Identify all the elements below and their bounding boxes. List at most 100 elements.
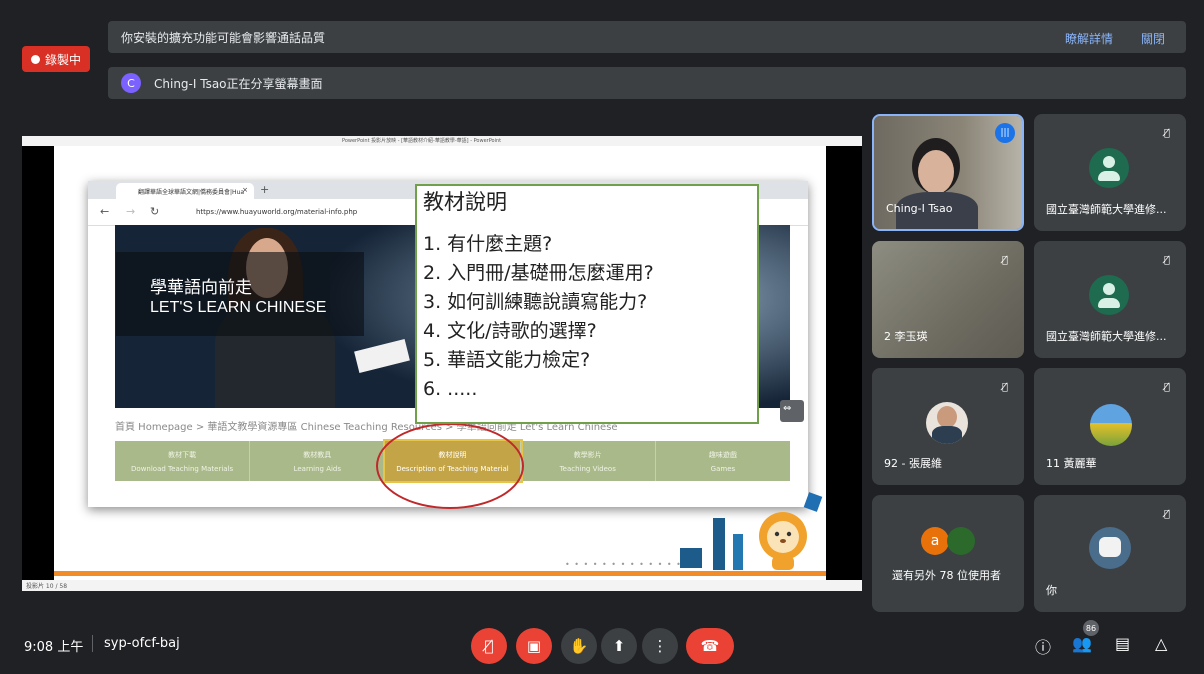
presenter-avatar: C — [121, 73, 141, 93]
mic-off-icon: 🎙̸ — [1001, 254, 1008, 266]
participant-tile[interactable]: 🎙̸ 國立臺灣師範大學進修... — [1034, 241, 1186, 358]
participant-name: 11 黃麗華 — [1046, 457, 1097, 470]
recording-label: 錄製中 — [44, 52, 81, 67]
skyline-house — [680, 548, 702, 568]
avatar — [1090, 404, 1132, 446]
browser-url: https://www.huayuworld.org/material-info… — [196, 208, 358, 216]
participant-name: Ching-I Tsao — [886, 202, 953, 215]
list-item: 5. 華語文能力檢定? — [423, 349, 591, 371]
menu-item-games: 趣味遊戲 Games — [656, 441, 790, 481]
raise-hand-button[interactable]: ✋ — [561, 628, 597, 664]
back-icon: ← — [100, 205, 110, 218]
menu-item-zh: 教材教具 — [303, 451, 332, 459]
meeting-code: syp-ofcf-baj — [104, 636, 180, 651]
person-face — [918, 150, 954, 194]
highlight-ellipse — [376, 423, 524, 509]
avatar — [1089, 275, 1129, 315]
self-tile[interactable]: 🎙̸ 你 — [1034, 495, 1186, 612]
participant-tile[interactable]: 🎙̸ 2 李玉瑛 — [872, 241, 1024, 358]
present-button[interactable]: ⬆ — [601, 628, 637, 664]
divider — [92, 635, 93, 652]
activities-icon[interactable]: △ — [1155, 634, 1167, 653]
ppt-window-title: PowerPoint 投影片放映 - [華語教材介紹-華語教學-華語] - Po… — [342, 138, 502, 144]
chat-icon[interactable]: ▤ — [1115, 634, 1130, 653]
more-options-button[interactable]: ⋮ — [642, 628, 678, 664]
mic-off-icon: 🎙̸ — [1163, 381, 1170, 393]
menu-item-en: Learning Aids — [293, 465, 342, 473]
ppt-status-bar: 投影片 10 / 58 — [22, 580, 862, 591]
recording-badge[interactable]: 錄製中 — [22, 46, 90, 72]
reload-icon: ↻ — [150, 205, 160, 218]
warning-message: 你安裝的擴充功能可能會影響通話品質 — [121, 30, 326, 45]
more-participants-label: 還有另外 78 位使用者 — [892, 569, 1001, 582]
info-icon[interactable]: ⓘ — [1035, 634, 1051, 658]
menu-item-en: Games — [710, 465, 736, 473]
menu-item-aids: 教材教具 Learning Aids — [250, 441, 386, 481]
people-count-badge: 86 — [1083, 620, 1099, 636]
participant-name: 你 — [1046, 584, 1057, 597]
participant-tile[interactable]: 🎙̸ 國立臺灣師範大學進修... — [1034, 114, 1186, 231]
overlay-title: 教材說明 — [423, 190, 507, 214]
hero-title-zh: 學華語向前走 — [150, 278, 252, 298]
recording-dot-icon — [30, 54, 40, 64]
dotted-decoration: • • • • • • • • • • • • • — [565, 560, 682, 569]
avatar: a — [921, 527, 949, 555]
mic-off-icon: 🎙̸ — [484, 637, 494, 655]
avatar — [1089, 148, 1129, 188]
browser-tab-title: 翻譯華語全球華語文網|僑務委員會|Hua — [138, 189, 245, 196]
mic-off-icon: 🎙̸ — [1163, 127, 1170, 139]
present-icon: ⬆ — [612, 637, 626, 655]
new-tab-icon: + — [260, 183, 270, 196]
avatar — [947, 527, 975, 555]
mic-off-icon: 🎙̸ — [1163, 508, 1170, 520]
list-item: 1. 有什麼主題? — [423, 233, 553, 255]
end-call-button[interactable]: ☎ — [686, 628, 734, 664]
extension-warning-banner: 你安裝的擴充功能可能會影響通話品質 瞭解詳情 關閉 — [108, 21, 1186, 53]
list-item: 6. ..... — [423, 378, 478, 400]
lion-mascot-icon — [759, 512, 807, 570]
screen-share-banner: C Ching-I Tsao正在分享螢幕畫面 — [108, 67, 1186, 99]
slide-counter: 投影片 10 / 58 — [26, 583, 68, 590]
avatar — [926, 402, 968, 444]
skyline-building — [733, 534, 743, 570]
participant-name: 國立臺灣師範大學進修... — [1046, 330, 1167, 343]
menu-item-en: Teaching Videos — [559, 465, 616, 473]
close-banner-link[interactable]: 關閉 — [1141, 30, 1165, 47]
participant-tile[interactable]: 🎙̸ 92 - 張展維 — [872, 368, 1024, 485]
menu-item-en: Download Teaching Materials — [131, 465, 234, 473]
participant-name: 92 - 張展維 — [884, 457, 942, 470]
menu-item-zh: 趣味遊戲 — [708, 451, 737, 459]
learn-more-link[interactable]: 瞭解詳情 — [1065, 30, 1113, 47]
skyline-tower — [713, 518, 725, 570]
tab-close-icon: × — [242, 186, 248, 194]
camera-off-icon: ▣ — [526, 637, 542, 655]
speaking-indicator-icon: ||| — [995, 123, 1015, 143]
side-widget-icon: ⇔ — [780, 400, 804, 422]
avatar — [1089, 527, 1131, 569]
more-options-icon: ⋮ — [652, 637, 668, 655]
participant-tile[interactable]: ||| Ching-I Tsao — [872, 114, 1024, 231]
camera-toggle-button[interactable]: ▣ — [516, 628, 552, 664]
participant-name: 國立臺灣師範大學進修... — [1046, 203, 1167, 216]
end-call-icon: ☎ — [700, 637, 720, 655]
people-icon[interactable]: 👥 — [1072, 634, 1092, 653]
ppt-title-bar: PowerPoint 投影片放映 - [華語教材介紹-華語教學-華語] - Po… — [22, 136, 862, 146]
more-participants-tile[interactable]: a 還有另外 78 位使用者 — [872, 495, 1024, 612]
menu-item-download: 教材下載 Download Teaching Materials — [115, 441, 251, 481]
raise-hand-icon: ✋ — [569, 637, 589, 655]
list-item: 2. 入門冊/基礎冊怎麼運用? — [423, 262, 654, 284]
slide-bottom-stripe — [54, 571, 826, 576]
menu-item-videos: 教學影片 Teaching Videos — [521, 441, 656, 481]
participant-name: 2 李玉瑛 — [884, 330, 928, 343]
participant-tile[interactable]: 🎙̸ 11 黃麗華 — [1034, 368, 1186, 485]
mic-off-icon: 🎙̸ — [1001, 381, 1008, 393]
list-item: 4. 文化/詩歌的選擇? — [423, 320, 597, 342]
forward-icon: → — [126, 205, 136, 218]
mic-off-icon: 🎙̸ — [1163, 254, 1170, 266]
menu-item-zh: 教材下載 — [168, 451, 197, 459]
list-item: 3. 如何訓練聽說讀寫能力? — [423, 291, 648, 313]
overlay-list: 1. 有什麼主題? 2. 入門冊/基礎冊怎麼運用? 3. 如何訓練聽說讀寫能力?… — [423, 230, 654, 404]
mic-toggle-button[interactable]: 🎙̸ — [471, 628, 507, 664]
menu-item-zh: 教學影片 — [573, 451, 602, 459]
meeting-time: 9:08 上午 — [24, 640, 84, 655]
